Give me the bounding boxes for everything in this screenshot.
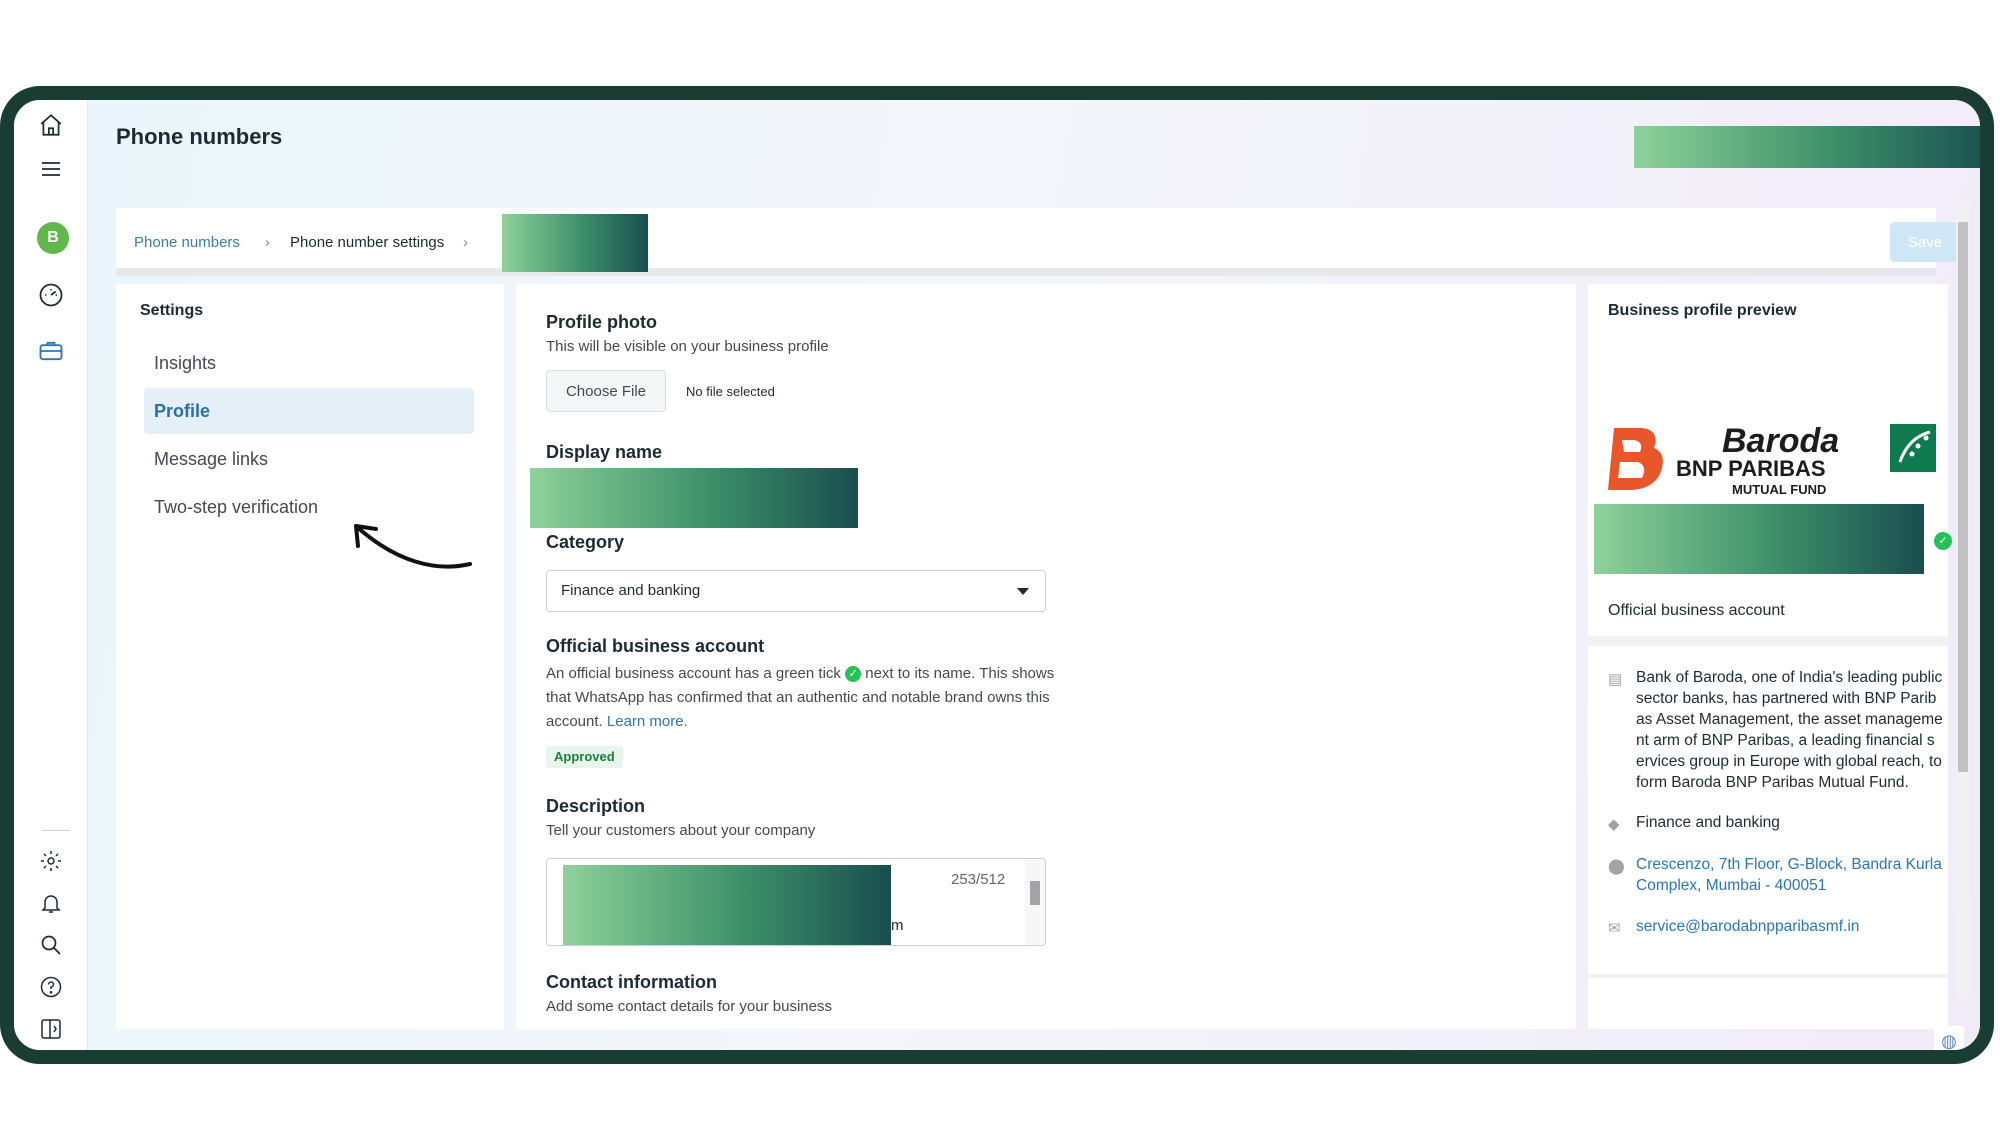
- page-scrollbar[interactable]: [1956, 204, 1970, 999]
- store-icon: ▤: [1608, 671, 1623, 688]
- chevron-right-icon: ›: [463, 234, 468, 251]
- app-window: B Phone numbers Phone numbers › Phone nu…: [0, 86, 1994, 1064]
- sidebar-item-message-links[interactable]: Message links: [144, 436, 474, 482]
- category-title: Category: [546, 532, 625, 552]
- location-pin-icon: ⬤: [1608, 858, 1625, 875]
- menu-icon[interactable]: [34, 152, 68, 186]
- description-scrollbar[interactable]: [1025, 859, 1045, 945]
- breadcrumb-phone-numbers[interactable]: Phone numbers: [134, 234, 240, 251]
- avatar[interactable]: B: [37, 222, 69, 254]
- breadcrumb-phone-number-redacted: [502, 214, 648, 272]
- logo-line-1: Baroda: [1722, 422, 1839, 460]
- choose-file-button[interactable]: Choose File: [546, 370, 666, 412]
- oba-text-1: An official business account has a green…: [546, 665, 841, 682]
- business-profile-preview: Business profile preview Baroda BNP PARI…: [1588, 284, 1952, 1029]
- tag-icon: ◆: [1608, 816, 1620, 833]
- verified-tick-icon: ✓: [1934, 532, 1952, 550]
- gear-icon[interactable]: [34, 844, 68, 878]
- description-title: Description: [546, 796, 646, 816]
- caret-down-icon: [1017, 588, 1029, 595]
- annotation-arrow: [354, 524, 472, 569]
- verified-tick-icon: ✓: [845, 666, 862, 682]
- display-name-field-redacted[interactable]: [530, 468, 858, 528]
- speedometer-icon[interactable]: [34, 278, 68, 312]
- sidebar-item-profile[interactable]: Profile: [144, 388, 474, 434]
- logo-line-3: MUTUAL FUND: [1732, 482, 1826, 497]
- bell-icon[interactable]: [34, 886, 68, 920]
- profile-photo-subtitle: This will be visible on your business pr…: [546, 338, 829, 355]
- approved-badge: Approved: [546, 746, 623, 768]
- home-icon[interactable]: [34, 108, 68, 142]
- save-button[interactable]: Save: [1890, 222, 1960, 262]
- contact-title: Contact information: [546, 972, 717, 992]
- logo-line-2: BNP PARIBAS: [1676, 456, 1826, 481]
- main-canvas: Phone numbers Phone numbers › Phone numb…: [88, 100, 1980, 1050]
- description-textarea[interactable]: m 253/512: [546, 858, 1046, 946]
- settings-heading: Settings: [140, 302, 204, 319]
- breadcrumb-phone-number-settings[interactable]: Phone number settings: [290, 234, 444, 251]
- preview-address-text[interactable]: Crescenzo, 7th Floor, G-Block, Bandra Ku…: [1636, 854, 1943, 896]
- learn-more-link[interactable]: Learn more.: [607, 713, 688, 730]
- category-value: Finance and banking: [561, 582, 701, 599]
- baroda-bnp-paribas-logo: Baroda BNP PARIBAS MUTUAL FUND: [1608, 422, 1936, 497]
- no-file-label: No file selected: [686, 384, 775, 399]
- scroll-thumb[interactable]: [1030, 881, 1040, 905]
- globe-icon[interactable]: ◍: [1934, 1026, 1964, 1050]
- oba-title: Official business account: [546, 636, 765, 656]
- preview-about-text: Bank of Baroda, one of India's leading p…: [1636, 669, 1943, 791]
- preview-email: ✉ service@barodabnpparibasmf.in: [1608, 916, 1943, 937]
- preview-about: ▤ Bank of Baroda, one of India's leading…: [1608, 667, 1943, 793]
- settings-sidebar: Settings Insights Profile Message links …: [116, 284, 504, 1029]
- oba-description: An official business account has a green…: [546, 662, 1066, 734]
- chevron-right-icon: ›: [265, 234, 270, 251]
- help-icon[interactable]: [34, 970, 68, 1004]
- preview-category-text: Finance and banking: [1636, 814, 1780, 831]
- contact-subtitle: Add some contact details for your busine…: [546, 998, 832, 1015]
- description-char-count: 253/512: [951, 871, 1006, 888]
- preview-address: ⬤ Crescenzo, 7th Floor, G-Block, Bandra …: [1608, 854, 1943, 896]
- sidebar-item-insights[interactable]: Insights: [144, 340, 474, 386]
- preview-divider-bottom: [1588, 974, 1948, 978]
- preview-heading: Business profile preview: [1608, 302, 1797, 319]
- panel-toggle-icon[interactable]: [34, 1012, 68, 1046]
- account-selector-redacted[interactable]: [1634, 126, 1980, 168]
- preview-category: ◆ Finance and banking: [1608, 812, 1943, 833]
- profile-photo-title: Profile photo: [546, 312, 657, 332]
- category-select[interactable]: Finance and banking: [546, 570, 1046, 612]
- page-scroll-thumb[interactable]: [1958, 222, 1968, 772]
- preview-name-redacted: [1594, 504, 1924, 574]
- description-tail: m: [891, 917, 904, 934]
- display-name-title: Display name: [546, 442, 663, 462]
- preview-email-text[interactable]: service@barodabnpparibasmf.in: [1636, 916, 1943, 937]
- left-rail: B: [14, 100, 88, 1050]
- rail-divider: [42, 830, 70, 831]
- profile-form: Profile photo This will be visible on yo…: [516, 284, 1576, 1029]
- preview-divider: [1588, 636, 1948, 646]
- mail-icon: ✉: [1608, 920, 1621, 937]
- briefcase-icon[interactable]: [34, 334, 68, 368]
- breadcrumb-bar: Phone numbers › Phone number settings › …: [116, 208, 1960, 276]
- page-title: Phone numbers: [116, 124, 283, 149]
- description-text-redacted: [563, 865, 891, 945]
- search-icon[interactable]: [34, 928, 68, 962]
- description-subtitle: Tell your customers about your company: [546, 822, 816, 839]
- preview-oba-label: Official business account: [1608, 602, 1785, 619]
